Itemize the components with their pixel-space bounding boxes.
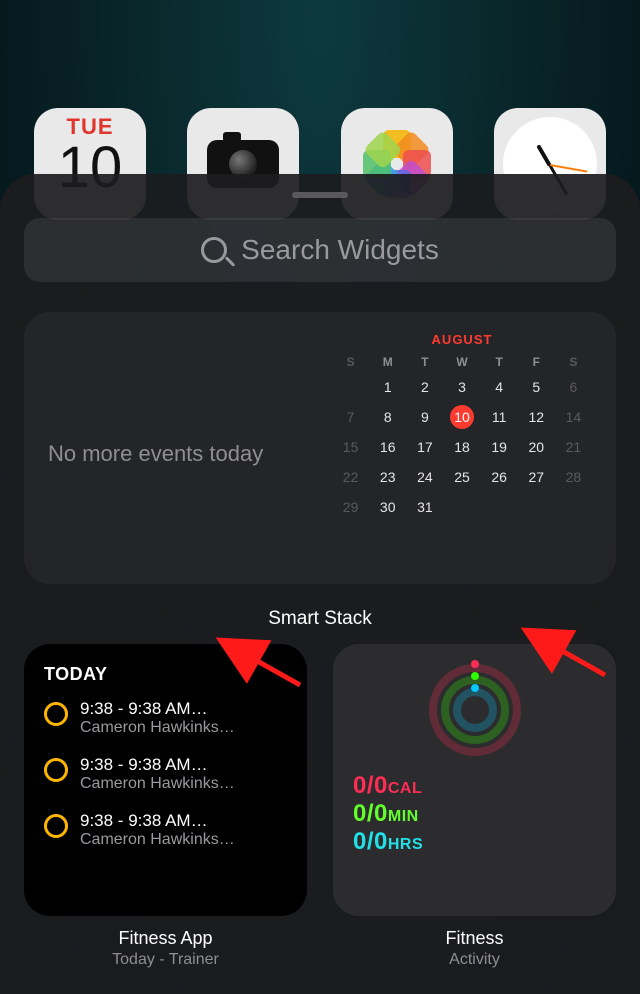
search-icon (201, 237, 227, 263)
search-input[interactable]: Search Widgets (24, 218, 616, 282)
calendar-day: 24 (406, 465, 443, 489)
calendar-day: 22 (332, 465, 369, 489)
calendar-no-events-text: No more events today (48, 441, 263, 467)
search-placeholder-text: Search Widgets (241, 234, 439, 266)
calendar-day: 28 (555, 465, 592, 489)
calendar-day (443, 495, 480, 519)
calendar-day (518, 495, 555, 519)
calendar-day: 18 (443, 435, 480, 459)
calendar-day: 6 (555, 375, 592, 399)
calendar-day: 25 (443, 465, 480, 489)
calendar-day: 14 (555, 405, 592, 429)
calendar-day: 8 (369, 405, 406, 429)
ring-icon (44, 702, 68, 726)
calendar-day: 11 (481, 405, 518, 429)
fitness-widget-label: Fitness Activity (333, 928, 616, 969)
today-item-name: Cameron Hawkinks… (80, 831, 235, 849)
calendar-dow: S (555, 355, 592, 369)
calendar-day: 12 (518, 405, 555, 429)
activity-hrs-value: 0/0 (353, 828, 388, 855)
calendar-day: 9 (406, 405, 443, 429)
widget-app-name: Fitness App (118, 928, 212, 949)
calendar-day: 26 (481, 465, 518, 489)
fitness-activity-widget[interactable]: 0/0CAL 0/0MIN 0/0HRS (333, 644, 616, 916)
calendar-day: 5 (518, 375, 555, 399)
activity-min-value: 0/0 (353, 800, 388, 827)
calendar-day: 23 (369, 465, 406, 489)
calendar-dow: M (369, 355, 406, 369)
today-item-name: Cameron Hawkinks… (80, 775, 235, 793)
calendar-day: 17 (406, 435, 443, 459)
calendar-day: 21 (555, 435, 592, 459)
calendar-day: 16 (369, 435, 406, 459)
calendar-day: 30 (369, 495, 406, 519)
calendar-day: 1 (369, 375, 406, 399)
calendar-day: 2 (406, 375, 443, 399)
calendar-day: 7 (332, 405, 369, 429)
today-item-time: 9:38 - 9:38 AM… (80, 755, 235, 775)
calendar-smart-stack-widget[interactable]: No more events today AUGUST SMTWTFS12345… (24, 312, 616, 584)
today-item: 9:38 - 9:38 AM…Cameron Hawkinks… (44, 755, 287, 793)
ring-icon (44, 758, 68, 782)
calendar-day: 29 (332, 495, 369, 519)
activity-cal-value: 0/0 (353, 772, 388, 799)
calendar-day: 31 (406, 495, 443, 519)
calendar-day: 10 (450, 405, 474, 429)
calendar-day: 20 (518, 435, 555, 459)
today-item-name: Cameron Hawkinks… (80, 719, 235, 737)
today-item: 9:38 - 9:38 AM…Cameron Hawkinks… (44, 811, 287, 849)
calendar-day: 4 (481, 375, 518, 399)
calendar-day (481, 495, 518, 519)
today-list: 9:38 - 9:38 AM…Cameron Hawkinks…9:38 - 9… (44, 699, 287, 849)
calendar-dow: T (406, 355, 443, 369)
widget-gallery-sheet[interactable]: Search Widgets No more events today AUGU… (0, 174, 640, 994)
calendar-dow: W (443, 355, 480, 369)
activity-rings-icon (429, 664, 521, 756)
calendar-day: 3 (443, 375, 480, 399)
calendar-grid: SMTWTFS123456789101112141516171819202122… (332, 355, 592, 519)
widget-subtitle: Activity (449, 951, 500, 969)
calendar-day (332, 375, 369, 399)
activity-cal-unit: CAL (388, 780, 422, 797)
today-item: 9:38 - 9:38 AM…Cameron Hawkinks… (44, 699, 287, 737)
calendar-dow: S (332, 355, 369, 369)
calendar-day (555, 495, 592, 519)
calendar-day: 15 (332, 435, 369, 459)
calendar-month-label: AUGUST (332, 332, 592, 347)
calendar-dow: T (481, 355, 518, 369)
smart-stack-label: Smart Stack (24, 608, 616, 630)
today-item-time: 9:38 - 9:38 AM… (80, 811, 235, 831)
widget-subtitle: Today - Trainer (112, 951, 219, 969)
ring-icon (44, 814, 68, 838)
fitness-app-widget-label: Fitness App Today - Trainer (24, 928, 307, 969)
activity-hrs-unit: HRS (388, 836, 423, 853)
widget-app-name: Fitness (445, 928, 503, 949)
calendar-dow: F (518, 355, 555, 369)
fitness-app-today-widget[interactable]: TODAY 9:38 - 9:38 AM…Cameron Hawkinks…9:… (24, 644, 307, 916)
calendar-day: 27 (518, 465, 555, 489)
today-item-time: 9:38 - 9:38 AM… (80, 699, 235, 719)
calendar-day: 19 (481, 435, 518, 459)
activity-min-unit: MIN (388, 808, 419, 825)
today-title: TODAY (44, 664, 287, 685)
activity-stats: 0/0CAL 0/0MIN 0/0HRS (353, 772, 596, 856)
sheet-grabber-icon[interactable] (292, 192, 348, 198)
